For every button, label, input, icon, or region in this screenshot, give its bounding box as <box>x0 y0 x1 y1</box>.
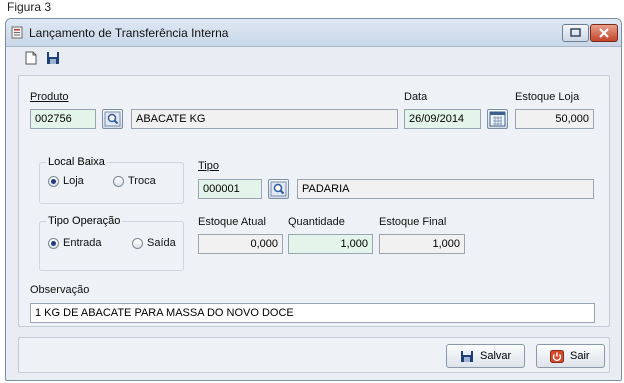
produto-description-field: ABACATE KG <box>131 109 398 129</box>
radio-entrada-label: Entrada <box>63 237 102 249</box>
estoque-loja-label: Estoque Loja <box>515 91 580 103</box>
radio-troca-label: Troca <box>128 175 156 187</box>
figure-caption: Figura 3 <box>7 0 52 14</box>
local-baixa-title: Local Baixa <box>46 156 107 168</box>
magnifier-icon <box>270 181 287 197</box>
radio-troca[interactable] <box>113 176 124 187</box>
close-button[interactable] <box>590 24 618 42</box>
footer-bar: Salvar Sair <box>18 337 610 373</box>
produto-search-button[interactable] <box>102 109 123 129</box>
radio-saida[interactable] <box>132 238 143 249</box>
restore-button[interactable] <box>562 24 589 42</box>
floppy-disk-icon[interactable] <box>46 51 60 65</box>
tipo-description-field: PADARIA <box>297 179 594 199</box>
tipo-operacao-group: Tipo Operação Entrada Saída <box>39 215 184 271</box>
new-document-icon[interactable] <box>24 51 38 65</box>
radio-saida-label: Saída <box>147 237 176 249</box>
estoque-atual-field: 0,000 <box>198 234 283 254</box>
observacao-label: Observação <box>30 284 90 296</box>
magnifier-icon <box>104 111 121 127</box>
tipo-label: Tipo <box>198 160 219 172</box>
tipo-code-input[interactable]: 000001 <box>198 179 262 199</box>
observacao-input[interactable]: 1 KG DE ABACATE PARA MASSA DO NOVO DOCE <box>30 303 595 323</box>
sair-label: Sair <box>570 350 590 362</box>
estoque-atual-label: Estoque Atual <box>198 216 266 228</box>
local-baixa-group: Local Baixa Loja Troca <box>39 156 184 204</box>
calendar-button[interactable] <box>487 109 508 129</box>
form-panel: Produto 002756 ABACATE KG Data 26/09/201… <box>18 75 610 327</box>
produto-label: Produto <box>30 91 69 103</box>
radio-entrada[interactable] <box>48 238 59 249</box>
transfer-window: Lançamento de Transferência Interna Prod… <box>5 18 622 381</box>
quantidade-input[interactable]: 1,000 <box>288 234 373 254</box>
salvar-label: Salvar <box>480 350 512 362</box>
floppy-disk-icon <box>461 351 473 362</box>
app-icon <box>11 26 23 39</box>
close-icon <box>599 28 609 38</box>
data-input[interactable]: 26/09/2014 <box>404 109 481 129</box>
sair-button[interactable]: Sair <box>536 344 605 368</box>
radio-loja[interactable] <box>48 176 59 187</box>
estoque-final-field: 1,000 <box>379 234 465 254</box>
data-label: Data <box>404 91 428 103</box>
window-title: Lançamento de Transferência Interna <box>29 26 229 40</box>
calendar-icon <box>489 111 506 127</box>
estoque-loja-field: 50,000 <box>515 109 594 129</box>
power-icon <box>550 350 564 363</box>
restore-icon <box>570 28 581 37</box>
title-bar[interactable]: Lançamento de Transferência Interna <box>6 19 621 47</box>
salvar-button[interactable]: Salvar <box>446 344 525 368</box>
quantidade-label: Quantidade <box>288 216 345 228</box>
estoque-final-label: Estoque Final <box>379 216 447 228</box>
produto-code-input[interactable]: 002756 <box>30 109 96 129</box>
tipo-search-button[interactable] <box>268 179 289 199</box>
tipo-operacao-title: Tipo Operação <box>46 215 123 227</box>
radio-loja-label: Loja <box>63 175 84 187</box>
